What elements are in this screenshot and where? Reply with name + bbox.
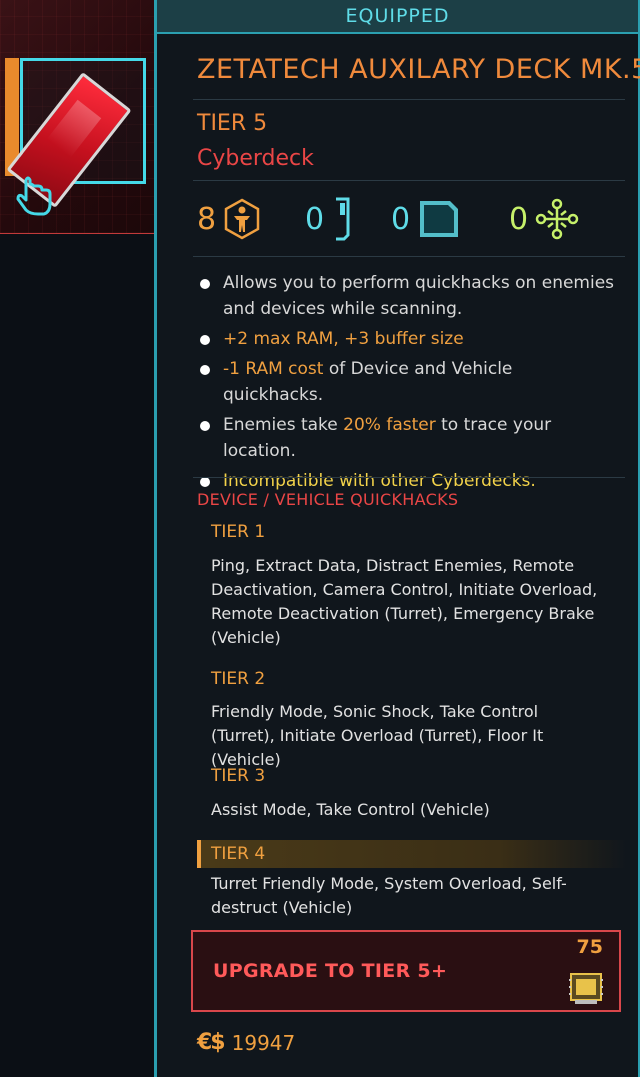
- item-tier: TIER 5: [197, 111, 268, 136]
- stat-programs: 0: [509, 196, 580, 242]
- quickhack-tier-label: TIER 3: [211, 766, 266, 786]
- ram-slot-icon: [336, 197, 350, 241]
- divider: [193, 180, 625, 181]
- stat-body-requirement: 8: [197, 196, 262, 242]
- effect-item: Allows you to perform quickhacks on enem…: [197, 270, 617, 322]
- quickhack-tier-label: TIER 1: [211, 522, 266, 542]
- item-type: Cyberdeck: [197, 146, 314, 171]
- divider: [193, 99, 625, 100]
- divider: [193, 256, 625, 257]
- body-attribute-icon: [224, 198, 260, 240]
- effect-item: Enemies take 20% faster to trace your lo…: [197, 412, 617, 464]
- stat-value: 8: [197, 201, 217, 237]
- quickhack-tier-list: Turret Friendly Mode, System Overload, S…: [211, 874, 567, 917]
- equipped-header: EQUIPPED: [157, 0, 638, 34]
- effect-item: +2 max RAM, +3 buffer size: [197, 326, 617, 352]
- stat-ram-slots: 0: [305, 196, 352, 242]
- stat-value: 0: [305, 201, 325, 237]
- effects-list: Allows you to perform quickhacks on enem…: [197, 270, 617, 498]
- stat-value: 0: [391, 201, 411, 237]
- upgrade-label: UPGRADE TO TIER 5+: [213, 960, 448, 982]
- quickhack-tier-label: TIER 2: [211, 669, 266, 689]
- item-name: ZETATECH AUXILARY DECK MK.5: [197, 54, 640, 85]
- effect-item: -1 RAM cost of Device and Vehicle quickh…: [197, 356, 617, 408]
- money-value: 19947: [231, 1030, 296, 1055]
- hand-cursor-icon: [16, 176, 52, 216]
- stat-value: 0: [509, 201, 529, 237]
- money-display: €$ 19947: [197, 1030, 295, 1055]
- item-tooltip-card: EQUIPPED ZETATECH AUXILARY DECK MK.5 TIE…: [154, 0, 640, 1077]
- quickhacks-section-title: DEVICE / VEHICLE QUICKHACKS: [197, 490, 459, 509]
- stat-memory: 0: [391, 196, 462, 242]
- item-slot-panel: [0, 0, 154, 250]
- quickhack-tier-list: Ping, Extract Data, Distract Enemies, Re…: [211, 556, 598, 647]
- quickhack-tier-label: TIER 4: [211, 844, 266, 864]
- quickhack-tier-list: Friendly Mode, Sonic Shock, Take Control…: [211, 702, 544, 769]
- upgrade-cost: 75: [576, 936, 603, 958]
- divider: [193, 477, 625, 478]
- upgrade-button[interactable]: UPGRADE TO TIER 5+ 75: [191, 930, 621, 1012]
- eurodollar-icon: €$: [197, 1030, 226, 1055]
- component-icon: [569, 973, 603, 1004]
- quickhack-tier-list: Assist Mode, Take Control (Vehicle): [211, 800, 490, 819]
- memory-card-icon: [420, 201, 459, 237]
- program-node-icon: [535, 198, 579, 240]
